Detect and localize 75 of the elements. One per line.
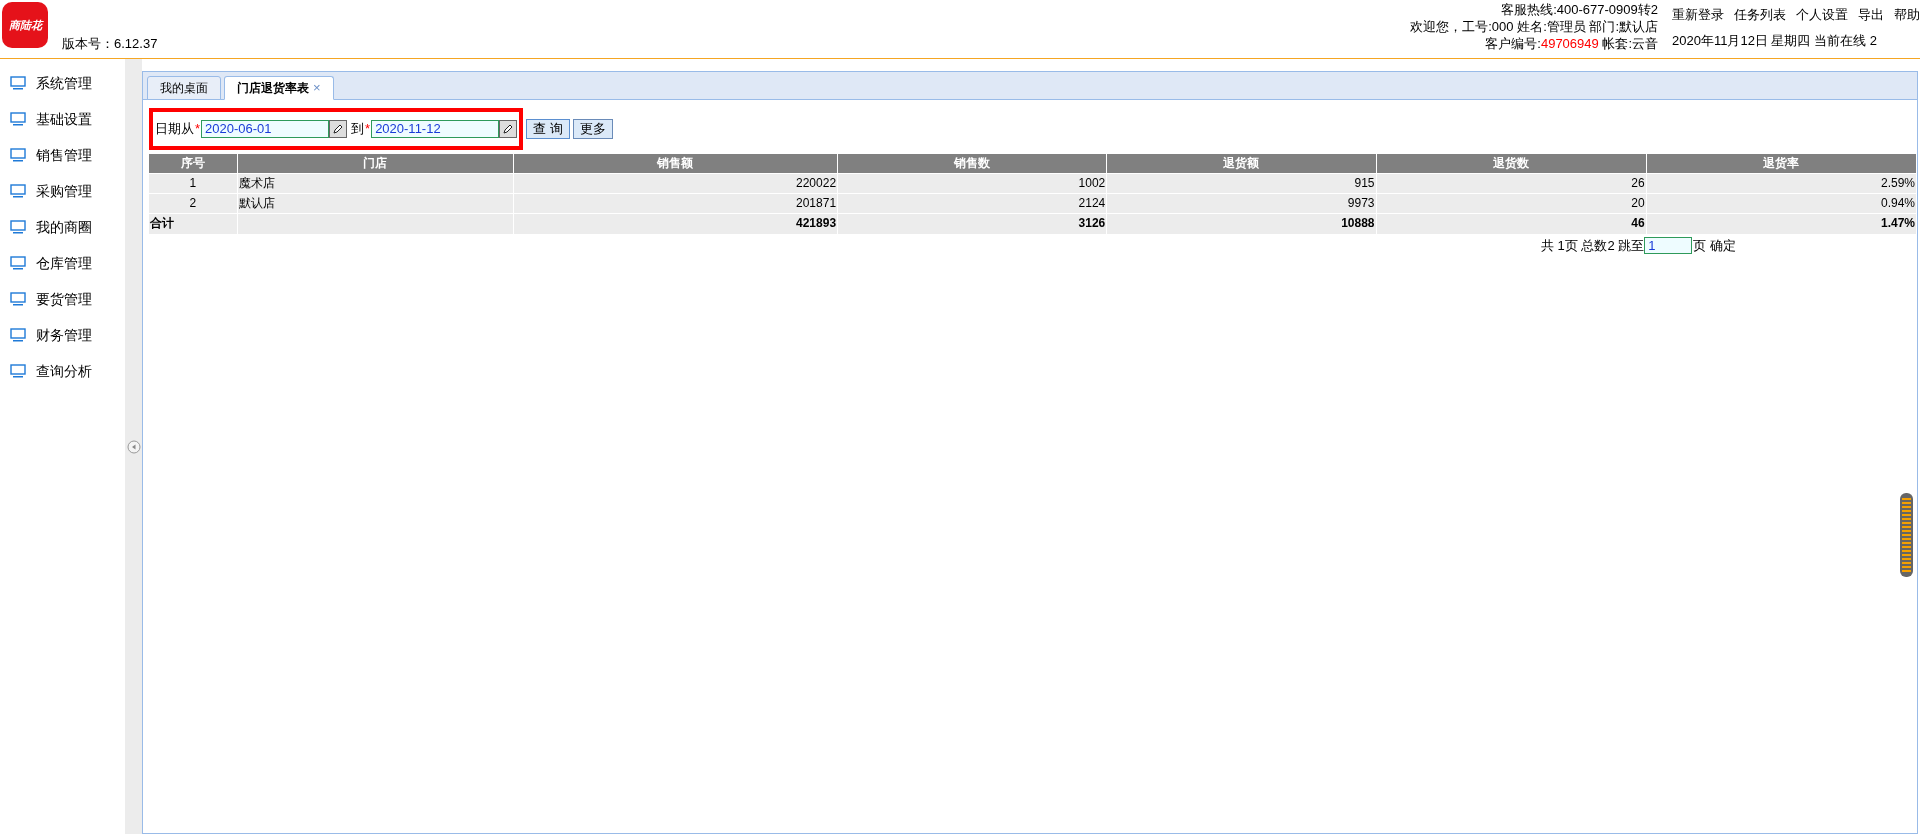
pager-text: 共 1页 总数2 跳至 — [1541, 236, 1645, 255]
sidebar-item[interactable]: 查询分析 — [36, 360, 92, 382]
field-label: 日期从 — [155, 120, 194, 138]
field-label: 到 — [351, 120, 365, 138]
table-cell: 20 — [1376, 193, 1647, 214]
logo-text: 商陆花 — [8, 17, 42, 33]
column-header: 退货率 — [1646, 153, 1917, 174]
column-header: 退货额 — [1106, 153, 1376, 174]
tab[interactable]: 我的桌面 — [147, 76, 221, 100]
sidebar-item[interactable]: 基础设置 — [36, 108, 92, 130]
table-cell: 915 — [1106, 173, 1376, 194]
table-cell: 默认店 — [237, 193, 514, 214]
table-cell: 魔术店 — [237, 173, 514, 194]
monitor-icon — [10, 364, 26, 378]
table-cell: 1002 — [837, 173, 1107, 194]
date-online-text: 2020年11月12日 星期四 当前在线 2 — [1672, 32, 1878, 50]
header-link[interactable]: 帮助 — [1894, 6, 1920, 23]
table-cell: 421893 — [513, 213, 838, 234]
sidebar-item[interactable]: 财务管理 — [36, 324, 92, 346]
table-cell: 合计 — [149, 213, 238, 234]
header-link[interactable]: 重新登录 — [1672, 6, 1724, 23]
page-field[interactable]: 1 — [1644, 236, 1693, 254]
table-cell: 0.94% — [1646, 193, 1917, 214]
header-link[interactable]: 个人设置 — [1796, 6, 1848, 23]
column-header: 门店 — [237, 153, 514, 174]
tab[interactable]: 门店退货率表 × — [224, 76, 334, 100]
sidebar-item[interactable]: 我的商圈 — [36, 216, 92, 238]
table-cell: 3126 — [837, 213, 1107, 234]
monitor-icon — [10, 184, 26, 198]
monitor-icon — [10, 328, 26, 342]
header-link[interactable]: 导出 — [1858, 6, 1884, 23]
sidebar-item[interactable]: 仓库管理 — [36, 252, 92, 274]
monitor-icon — [10, 112, 26, 126]
header-link[interactable]: 任务列表 — [1734, 6, 1786, 23]
query-button[interactable]: 查 询 — [526, 118, 570, 139]
table-cell: 220022 — [513, 173, 838, 194]
pager-text: 页 — [1693, 236, 1707, 255]
table-cell: 2.59% — [1646, 173, 1917, 194]
required-mark: * — [365, 120, 371, 138]
monitor-icon — [10, 256, 26, 270]
column-header: 退货数 — [1376, 153, 1647, 174]
pencil-icon[interactable] — [329, 119, 348, 138]
sidebar-item[interactable]: 销售管理 — [36, 144, 92, 166]
hotline-text: 客服热线:400-677-0909转2 — [1501, 1, 1658, 18]
sidebar-item[interactable]: 要货管理 — [36, 288, 92, 310]
close-icon[interactable]: × — [313, 78, 321, 98]
monitor-icon — [10, 220, 26, 234]
date-field[interactable]: 2020-06-01 — [201, 119, 330, 138]
table-cell: 9973 — [1106, 193, 1376, 214]
table-cell: 46 — [1376, 213, 1647, 234]
column-header: 销售额 — [513, 153, 838, 174]
table-cell: 10888 — [1106, 213, 1376, 234]
monitor-icon — [10, 76, 26, 90]
customer-info: 客户编号:49706949 帐套:云音 — [1485, 35, 1658, 52]
sidebar-item[interactable]: 系统管理 — [36, 72, 92, 94]
table-cell: 2124 — [837, 193, 1107, 214]
query-button[interactable]: 更多 — [572, 118, 613, 139]
table-cell: 26 — [1376, 173, 1647, 194]
table-cell: 1.47% — [1646, 213, 1917, 234]
sidebar-item[interactable]: 采购管理 — [36, 180, 92, 202]
table-cell: 201871 — [513, 193, 838, 214]
version-label: 版本号：6.12.37 — [62, 35, 158, 53]
table-cell: 2 — [149, 193, 238, 214]
scroll-handle-drawing[interactable] — [1900, 493, 1913, 577]
customer-number: 49706949 — [1540, 36, 1599, 51]
required-mark: * — [195, 120, 201, 138]
monitor-icon — [10, 148, 26, 162]
table-cell: 1 — [149, 173, 238, 194]
column-header: 序号 — [149, 153, 238, 174]
welcome-text: 欢迎您，工号:000 姓名:管理员 部门:默认店 — [1410, 18, 1658, 35]
pencil-icon[interactable] — [499, 119, 518, 138]
confirm-link[interactable]: 确定 — [1710, 235, 1737, 255]
date-field[interactable]: 2020-11-12 — [371, 119, 500, 138]
monitor-icon — [10, 292, 26, 306]
column-header: 销售数 — [837, 153, 1107, 174]
